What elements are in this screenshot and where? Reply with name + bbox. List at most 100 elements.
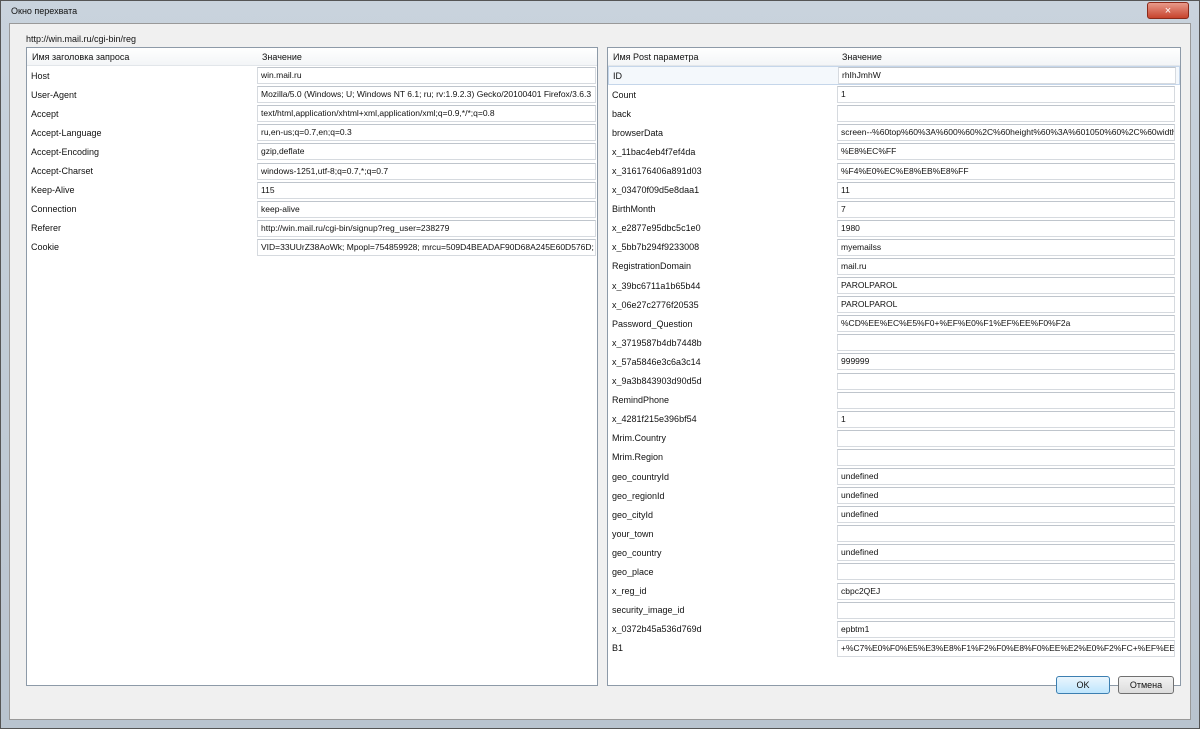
table-row[interactable]: User-Agent Mozilla/5.0 (Windows; U; Windo… xyxy=(27,85,597,104)
param-name: x_11bac4eb4f7ef4da xyxy=(612,146,696,157)
param-value-field[interactable]: 11 xyxy=(837,181,1175,199)
param-value-field[interactable] xyxy=(837,334,1175,352)
table-row[interactable]: geo_place xyxy=(608,562,1180,581)
table-row[interactable]: x_316176406a891d03 %F4%E0%EC%E8%EB%E8%FF xyxy=(608,161,1180,180)
close-icon[interactable]: × xyxy=(1147,2,1189,19)
param-value-field[interactable] xyxy=(837,563,1175,581)
table-row[interactable]: x_0372b45a536d769d epbtm1 xyxy=(608,620,1180,639)
table-row[interactable]: Keep-Alive 115 xyxy=(27,181,597,200)
table-row[interactable]: browserData screen--%60top%60%3A%600%60%2… xyxy=(608,123,1180,142)
table-row[interactable]: geo_cityId undefined xyxy=(608,505,1180,524)
table-row[interactable]: x_03470f09d5e8daa1 11 xyxy=(608,181,1180,200)
param-value-field[interactable] xyxy=(837,429,1175,447)
table-row[interactable]: Accept text/html,application/xhtml+xml,ap… xyxy=(27,104,597,123)
param-name: your_town xyxy=(612,528,654,539)
table-row[interactable]: geo_countryId undefined xyxy=(608,467,1180,486)
param-name: browserData xyxy=(612,127,664,138)
param-value-field[interactable]: 999999 xyxy=(837,353,1175,371)
table-row[interactable]: x_9a3b843903d90d5d xyxy=(608,372,1180,391)
table-row[interactable]: Connection keep-alive xyxy=(27,200,597,219)
table-row[interactable]: Accept-Encoding gzip,deflate xyxy=(27,142,597,161)
table-row[interactable]: geo_regionId undefined xyxy=(608,486,1180,505)
table-row[interactable]: ID rhIhJmhW xyxy=(608,66,1180,86)
param-value-field[interactable] xyxy=(837,525,1175,543)
param-name: x_e2877e95dbc5c1e0 xyxy=(612,223,701,234)
table-row[interactable]: BirthMonth 7 xyxy=(608,200,1180,219)
param-value-field[interactable] xyxy=(837,372,1175,390)
param-value-field[interactable]: cbpc2QEJ xyxy=(837,582,1175,600)
table-row[interactable]: security_image_id xyxy=(608,601,1180,620)
column-header-name: Имя Post параметра xyxy=(613,52,699,62)
table-row[interactable]: Host win.mail.ru xyxy=(27,66,597,85)
param-value-field[interactable]: VID=33UUrZ38AoWk; Mpopl=754859928; mrcu=… xyxy=(257,238,596,256)
table-row[interactable]: x_57a5846e3c6a3c14 999999 xyxy=(608,352,1180,371)
param-name: x_57a5846e3c6a3c14 xyxy=(612,356,701,367)
param-value-field[interactable]: undefined xyxy=(837,468,1175,486)
column-header-name: Имя заголовка запроса xyxy=(32,52,130,62)
param-name: x_06e27c2776f20535 xyxy=(612,299,699,310)
param-value-field[interactable]: %E8%EC%FF xyxy=(837,143,1175,161)
table-row[interactable]: x_06e27c2776f20535 PAROLPAROL xyxy=(608,295,1180,314)
param-value-field[interactable]: windows-1251,utf-8;q=0.7,*;q=0.7 xyxy=(257,162,596,180)
table-row[interactable]: back xyxy=(608,104,1180,123)
param-value-field[interactable]: Mozilla/5.0 (Windows; U; Windows NT 6.1;… xyxy=(257,86,596,104)
param-value-field[interactable]: 1980 xyxy=(837,219,1175,237)
table-row[interactable]: Mrim.Country xyxy=(608,429,1180,448)
param-value-field[interactable]: epbtm1 xyxy=(837,620,1175,638)
param-value-field[interactable]: screen--%60top%60%3A%600%60%2C%60height%… xyxy=(837,124,1175,142)
cancel-button[interactable]: Отмена xyxy=(1118,676,1174,694)
param-value-field[interactable] xyxy=(837,391,1175,409)
param-name: back xyxy=(612,108,632,119)
param-value-field[interactable]: undefined xyxy=(837,544,1175,562)
table-row[interactable]: Mrim.Region xyxy=(608,448,1180,467)
ok-button[interactable]: OK xyxy=(1056,676,1110,694)
param-value-field[interactable]: text/html,application/xhtml+xml,applicat… xyxy=(257,105,596,123)
param-value-field[interactable]: %CD%EE%EC%E5%F0+%EF%E0%F1%EF%EE%F0%F2a xyxy=(837,315,1175,333)
param-value-field[interactable]: 1 xyxy=(837,86,1175,104)
table-row[interactable]: x_5bb7b294f9233008 myemailss xyxy=(608,238,1180,257)
table-header: Имя заголовка запроса Значение xyxy=(27,48,597,66)
param-value-field[interactable]: ru,en-us;q=0.7,en;q=0.3 xyxy=(257,124,596,142)
param-value-field[interactable]: gzip,deflate xyxy=(257,143,596,161)
param-value-field[interactable]: PAROLPAROL xyxy=(837,277,1175,295)
param-value-field[interactable]: mail.ru xyxy=(837,257,1175,275)
table-row[interactable]: x_reg_id cbpc2QEJ xyxy=(608,582,1180,601)
param-name: geo_place xyxy=(612,566,654,577)
param-value-field[interactable]: 115 xyxy=(257,181,596,199)
table-row[interactable]: RemindPhone xyxy=(608,391,1180,410)
param-value-field[interactable] xyxy=(837,448,1175,466)
table-row[interactable]: Accept-Charset windows-1251,utf-8;q=0.7,*… xyxy=(27,161,597,180)
param-value-field[interactable]: keep-alive xyxy=(257,200,596,218)
table-row[interactable]: B1 +%C7%E0%F0%E5%E3%E8%F1%F2%F0%E8%F0%EE%… xyxy=(608,639,1180,658)
table-row[interactable]: x_3719587b4db7448b xyxy=(608,333,1180,352)
param-value-field[interactable]: undefined xyxy=(837,506,1175,524)
param-name: B1 xyxy=(612,643,624,654)
param-value-field[interactable]: win.mail.ru xyxy=(257,67,596,85)
param-name: RegistrationDomain xyxy=(612,261,692,272)
param-value-field[interactable]: PAROLPAROL xyxy=(837,296,1175,314)
table-row[interactable]: x_11bac4eb4f7ef4da %E8%EC%FF xyxy=(608,142,1180,161)
param-value-field[interactable]: 7 xyxy=(837,200,1175,218)
table-row[interactable]: your_town xyxy=(608,524,1180,543)
table-row[interactable]: geo_country undefined xyxy=(608,543,1180,562)
param-value-field[interactable]: +%C7%E0%F0%E5%E3%E8%F1%F2%F0%E8%F0%EE%E2… xyxy=(837,639,1175,657)
param-value-field[interactable]: http://win.mail.ru/cgi-bin/signup?reg_us… xyxy=(257,219,596,237)
param-value-field[interactable] xyxy=(837,105,1175,123)
table-row[interactable]: Count 1 xyxy=(608,85,1180,104)
table-row[interactable]: Cookie VID=33UUrZ38AoWk; Mpopl=754859928;… xyxy=(27,238,597,257)
param-value-field[interactable]: rhIhJmhW xyxy=(838,67,1176,85)
table-row[interactable]: RegistrationDomain mail.ru xyxy=(608,257,1180,276)
param-value-field[interactable]: %F4%E0%EC%E8%EB%E8%FF xyxy=(837,162,1175,180)
table-row[interactable]: Accept-Language ru,en-us;q=0.7,en;q=0.3 xyxy=(27,123,597,142)
param-value-field[interactable]: 1 xyxy=(837,410,1175,428)
table-row[interactable]: x_4281f215e396bf54 1 xyxy=(608,410,1180,429)
param-value-field[interactable]: myemailss xyxy=(837,238,1175,256)
table-row[interactable]: Referer http://win.mail.ru/cgi-bin/signup… xyxy=(27,219,597,238)
param-value-field[interactable] xyxy=(837,601,1175,619)
param-value-field[interactable]: undefined xyxy=(837,487,1175,505)
param-name: Mrim.Country xyxy=(612,433,667,444)
table-row[interactable]: x_39bc6711a1b65b44 PAROLPAROL xyxy=(608,276,1180,295)
table-row[interactable]: x_e2877e95dbc5c1e0 1980 xyxy=(608,219,1180,238)
param-name: Password_Question xyxy=(612,318,693,329)
table-row[interactable]: Password_Question %CD%EE%EC%E5%F0+%EF%E0%… xyxy=(608,314,1180,333)
